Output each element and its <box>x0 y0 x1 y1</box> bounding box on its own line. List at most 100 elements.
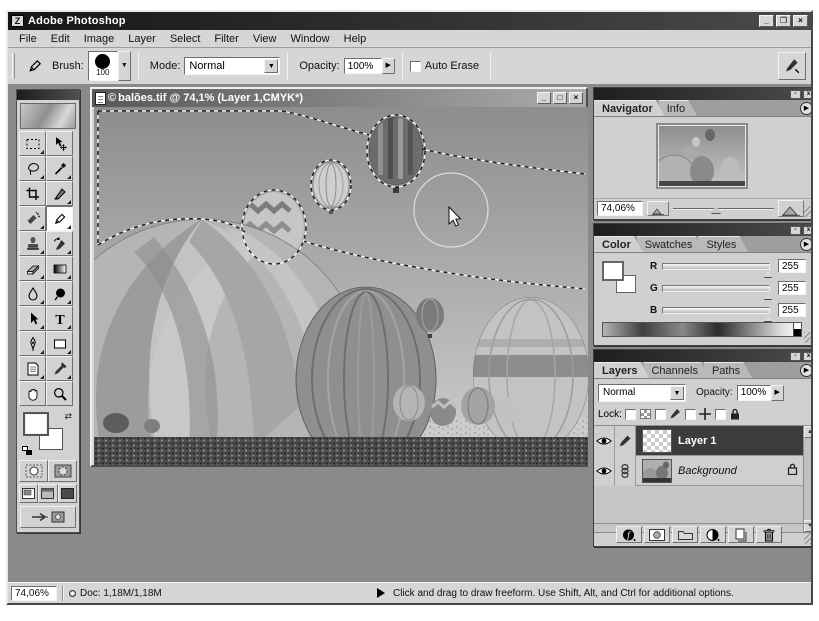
tab-paths[interactable]: Paths <box>704 362 752 378</box>
color-ramp[interactable] <box>602 322 802 337</box>
toolbox-drag-bar[interactable] <box>17 90 79 100</box>
tool-slice[interactable] <box>46 181 73 206</box>
opacity-popup-button[interactable]: ▶ <box>382 58 395 74</box>
tab-navigator[interactable]: Navigator <box>594 100 665 116</box>
fullscreen-button[interactable] <box>58 484 77 503</box>
palette-menu-button[interactable]: ▶ <box>800 102 811 115</box>
background-thumbnail[interactable] <box>642 459 672 483</box>
brush-preview[interactable]: 100 <box>88 51 118 81</box>
doc-minimize-button[interactable]: _ <box>537 92 551 104</box>
layer-row-layer1[interactable]: Layer 1 <box>594 426 811 456</box>
g-value-field[interactable]: 255 <box>778 281 806 295</box>
layers-scrollbar[interactable]: ▲ ▼ <box>803 426 811 532</box>
tab-info[interactable]: Info <box>659 100 697 116</box>
lock-position-checkbox[interactable] <box>685 409 696 420</box>
tool-gradient[interactable] <box>46 256 73 281</box>
layers-opacity-field[interactable]: 100% <box>737 385 771 401</box>
status-zoom-field[interactable]: 74,06% <box>11 586 57 601</box>
menu-image[interactable]: Image <box>77 32 122 46</box>
tool-type[interactable]: T <box>46 306 73 331</box>
new-adjustment-layer-button[interactable] <box>700 526 726 543</box>
tool-clone-stamp[interactable] <box>19 231 46 256</box>
document-title-bar[interactable]: © balões.tif @ 74,1% (Layer 1,CMYK*) _ □… <box>92 89 586 107</box>
brush-dropdown-button[interactable]: ▼ <box>118 51 131 81</box>
doc-maximize-button[interactable]: □ <box>553 92 567 104</box>
menu-window[interactable]: Window <box>284 32 337 46</box>
menu-view[interactable]: View <box>246 32 284 46</box>
menu-layer[interactable]: Layer <box>121 32 163 46</box>
quick-mask-mode-button[interactable] <box>48 460 77 482</box>
tool-rectangle[interactable] <box>46 331 73 356</box>
foreground-color-swatch[interactable] <box>23 412 49 436</box>
brushes-palette-well-button[interactable] <box>778 52 806 80</box>
palette-close-button[interactable]: x <box>803 90 811 99</box>
tool-burn[interactable] <box>46 281 73 306</box>
tool-airbrush[interactable] <box>19 206 46 231</box>
tool-move[interactable] <box>46 131 73 156</box>
tool-eyedropper[interactable] <box>46 356 73 381</box>
b-slider[interactable] <box>662 307 770 314</box>
tab-layers[interactable]: Layers <box>594 362 649 378</box>
lock-transparency-checkbox[interactable] <box>625 409 636 420</box>
navigator-zoom-field[interactable]: 74,06% <box>597 201 643 216</box>
status-menu-arrow-icon[interactable] <box>377 588 385 598</box>
navigator-zoom-slider[interactable] <box>673 202 774 216</box>
swap-colors-icon[interactable]: ⇄ <box>64 411 72 422</box>
lock-all-checkbox[interactable] <box>715 409 726 420</box>
visibility-eye-icon[interactable] <box>594 426 615 456</box>
tab-channels[interactable]: Channels <box>643 362 709 378</box>
foreground-color-swatch[interactable] <box>602 261 624 281</box>
tab-color[interactable]: Color <box>594 236 643 252</box>
standard-mode-button[interactable] <box>19 460 48 482</box>
menu-file[interactable]: File <box>12 32 44 46</box>
palette-menu-button[interactable]: ▶ <box>800 238 811 251</box>
scroll-up-button[interactable]: ▲ <box>804 426 811 438</box>
palette-minimize-button[interactable]: - <box>790 90 801 99</box>
tool-crop[interactable] <box>19 181 46 206</box>
blend-mode-dropdown[interactable]: Normal ▼ <box>598 384 686 402</box>
resize-grip[interactable] <box>804 206 811 217</box>
delete-layer-button[interactable] <box>756 526 782 543</box>
tool-zoom[interactable] <box>46 381 73 406</box>
tab-swatches[interactable]: Swatches <box>637 236 705 252</box>
layer1-thumbnail[interactable] <box>642 429 672 453</box>
doc-close-button[interactable]: × <box>569 92 583 104</box>
zoom-in-icon[interactable] <box>778 200 804 217</box>
add-layer-mask-button[interactable] <box>644 526 670 543</box>
auto-erase-checkbox[interactable] <box>410 61 421 72</box>
color-title-bar[interactable]: - x <box>594 224 811 236</box>
tool-history-brush[interactable] <box>46 231 73 256</box>
tool-lasso[interactable] <box>19 156 46 181</box>
palette-close-button[interactable]: x <box>803 352 811 361</box>
background-name[interactable]: Background <box>678 465 737 477</box>
palette-minimize-button[interactable]: - <box>790 352 801 361</box>
tool-hand[interactable] <box>19 381 46 406</box>
new-layer-button[interactable] <box>728 526 754 543</box>
palette-minimize-button[interactable]: - <box>790 226 801 235</box>
tool-pencil[interactable] <box>46 206 73 231</box>
layer1-name[interactable]: Layer 1 <box>678 435 717 447</box>
tool-blur[interactable] <box>19 281 46 306</box>
menu-filter[interactable]: Filter <box>207 32 245 46</box>
r-slider[interactable] <box>662 263 770 270</box>
title-bar[interactable]: Z Adobe Photoshop _ ❐ × <box>8 12 811 30</box>
tool-magic-wand[interactable] <box>46 156 73 181</box>
menu-help[interactable]: Help <box>337 32 374 46</box>
restore-button[interactable]: ❐ <box>776 15 791 27</box>
menu-edit[interactable]: Edit <box>44 32 77 46</box>
close-button[interactable]: × <box>793 15 808 27</box>
lock-image-checkbox[interactable] <box>655 409 666 420</box>
navigator-proxy-view[interactable] <box>656 123 748 189</box>
active-layer-brush-icon[interactable] <box>615 426 636 456</box>
tool-eraser[interactable] <box>19 256 46 281</box>
layers-opacity-popup-button[interactable]: ▶ <box>771 385 784 401</box>
b-value-field[interactable]: 255 <box>778 303 806 317</box>
resize-grip[interactable] <box>804 533 811 544</box>
link-icon[interactable] <box>615 456 636 486</box>
jump-to-imageready-button[interactable] <box>20 506 76 528</box>
r-value-field[interactable]: 255 <box>778 259 806 273</box>
tool-path-select[interactable] <box>19 306 46 331</box>
options-grip[interactable] <box>12 53 15 79</box>
tool-pen[interactable] <box>19 331 46 356</box>
opacity-field[interactable]: 100% <box>344 58 382 74</box>
